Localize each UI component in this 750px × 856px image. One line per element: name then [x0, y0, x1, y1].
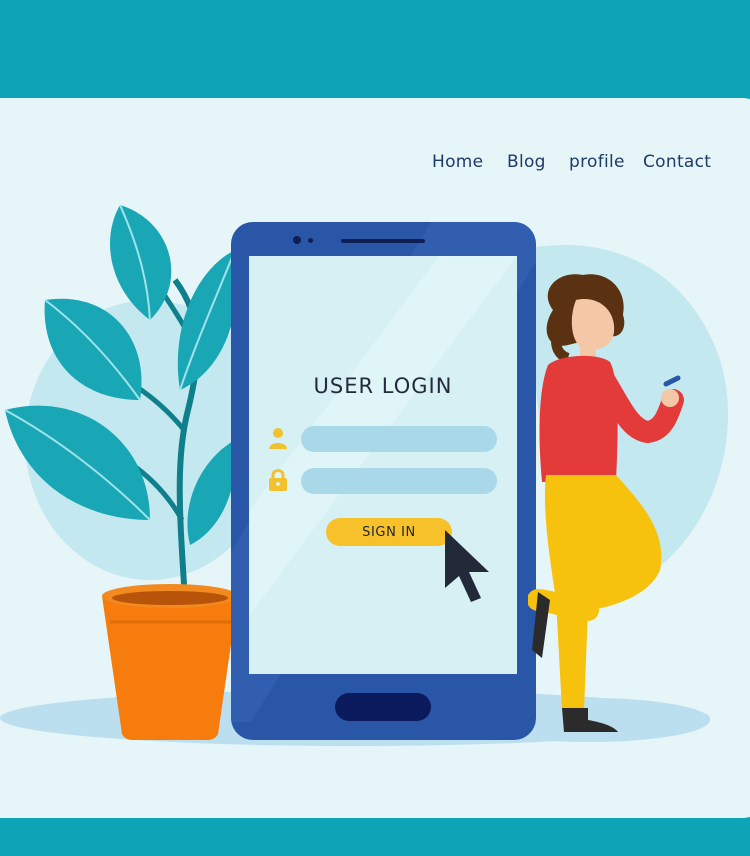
speaker-grille — [341, 239, 425, 243]
nav-link-home[interactable]: Home — [432, 152, 483, 172]
smartphone: USER LOGIN SIGN IN — [231, 222, 536, 740]
username-field[interactable] — [301, 426, 497, 452]
landing-page: USER LOGIN SIGN IN Home Blog profile Con… — [0, 0, 750, 856]
phone-home-button — [335, 693, 431, 721]
login-title: USER LOGIN — [313, 374, 453, 398]
password-field[interactable] — [301, 468, 497, 494]
camera-dot — [293, 236, 301, 244]
leaf — [187, 440, 236, 545]
shoe — [562, 708, 618, 732]
trousers — [544, 475, 662, 710]
plant-pot — [102, 584, 238, 740]
nav-link-blog[interactable]: Blog — [507, 152, 546, 172]
sensor-dot — [308, 238, 313, 243]
phone-screen: USER LOGIN SIGN IN — [249, 256, 517, 674]
cursor-pointer-icon — [445, 530, 489, 602]
nav-link-contact[interactable]: Contact — [643, 152, 711, 172]
lock-icon — [269, 469, 287, 491]
nav-link-profile[interactable]: profile — [569, 152, 625, 172]
leaf — [44, 298, 142, 400]
screen-glare — [249, 256, 517, 616]
user-icon — [269, 428, 287, 449]
sign-in-button[interactable]: SIGN IN — [326, 518, 452, 546]
person-illustration — [528, 274, 684, 732]
